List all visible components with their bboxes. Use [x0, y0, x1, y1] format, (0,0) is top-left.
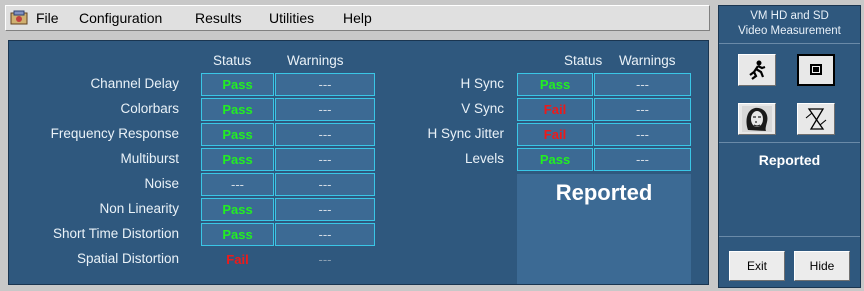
warnings-cell: ---	[275, 223, 375, 246]
status-cell: Pass	[201, 98, 274, 121]
exit-button[interactable]: Exit	[729, 251, 785, 281]
row-label: Short Time Distortion	[52, 226, 179, 241]
row-label: Frequency Response	[50, 126, 179, 141]
row-label: Levels	[464, 151, 504, 166]
warnings-cell: ---	[318, 252, 332, 267]
results-panel: Status Warnings Channel Delay Pass --- Colo…	[8, 40, 709, 285]
row-label: Colorbars	[120, 101, 179, 116]
status-cell: ---	[201, 173, 274, 196]
menu-results[interactable]: Results	[195, 10, 242, 26]
status-cell: Fail	[226, 252, 249, 267]
status-cell: Pass	[517, 73, 593, 96]
app-logo-icon[interactable]	[10, 10, 28, 26]
row-label: V Sync	[461, 101, 504, 116]
menu-utilities[interactable]: Utilities	[269, 10, 314, 26]
reported-box: Reported	[517, 174, 691, 284]
side-title-line2: Video Measurement	[738, 25, 841, 37]
left-warnings-header: Warnings	[287, 53, 344, 68]
divider	[719, 43, 860, 44]
status-cell: Fail	[517, 123, 593, 146]
menu-file[interactable]: File	[36, 10, 59, 26]
divider	[719, 142, 860, 143]
status-cell: Pass	[517, 148, 593, 171]
row-label: Non Linearity	[99, 201, 179, 216]
menu-bar: File Configuration Results Utilities Hel…	[5, 5, 710, 31]
menu-help[interactable]: Help	[343, 10, 372, 26]
menu-configuration[interactable]: Configuration	[79, 10, 162, 26]
run-button[interactable]	[738, 54, 776, 86]
status-cell: Pass	[201, 148, 274, 171]
warnings-cell: ---	[594, 123, 691, 146]
status-cell: Pass	[201, 198, 274, 221]
status-cell: Pass	[201, 73, 274, 96]
warnings-cell: ---	[594, 73, 691, 96]
row-label: H Sync	[460, 76, 504, 91]
row-label: Multiburst	[120, 151, 179, 166]
side-reported-status: Reported	[758, 152, 821, 168]
divider	[719, 236, 860, 237]
warnings-cell: ---	[275, 198, 375, 221]
run-icon	[749, 60, 766, 80]
warnings-cell: ---	[594, 148, 691, 171]
side-title-line1: VM HD and SD	[750, 10, 829, 22]
status-cell: Fail	[517, 98, 593, 121]
row-label: Spatial Distortion	[76, 251, 179, 266]
stop-icon	[810, 64, 822, 75]
hide-button[interactable]: Hide	[794, 251, 850, 281]
left-status-header: Status	[213, 53, 252, 68]
hourglass-icon	[805, 108, 827, 130]
row-label: Channel Delay	[90, 76, 179, 91]
side-panel: VM HD and SD Video Measurement Reported …	[718, 5, 861, 288]
right-status-header: Status	[564, 53, 603, 68]
status-cell: Pass	[201, 223, 274, 246]
face-icon	[742, 106, 772, 132]
application-window: File Configuration Results Utilities Hel…	[0, 0, 864, 291]
hourglass-button[interactable]	[797, 103, 835, 135]
right-warnings-header: Warnings	[619, 53, 676, 68]
stop-button[interactable]	[797, 54, 835, 86]
picture-button[interactable]	[738, 103, 776, 135]
row-label: Noise	[144, 176, 179, 191]
status-cell: Pass	[201, 123, 274, 146]
warnings-cell: ---	[275, 173, 375, 196]
reported-status: Reported	[555, 180, 653, 205]
warnings-cell: ---	[594, 98, 691, 121]
row-label: H Sync Jitter	[427, 126, 504, 141]
